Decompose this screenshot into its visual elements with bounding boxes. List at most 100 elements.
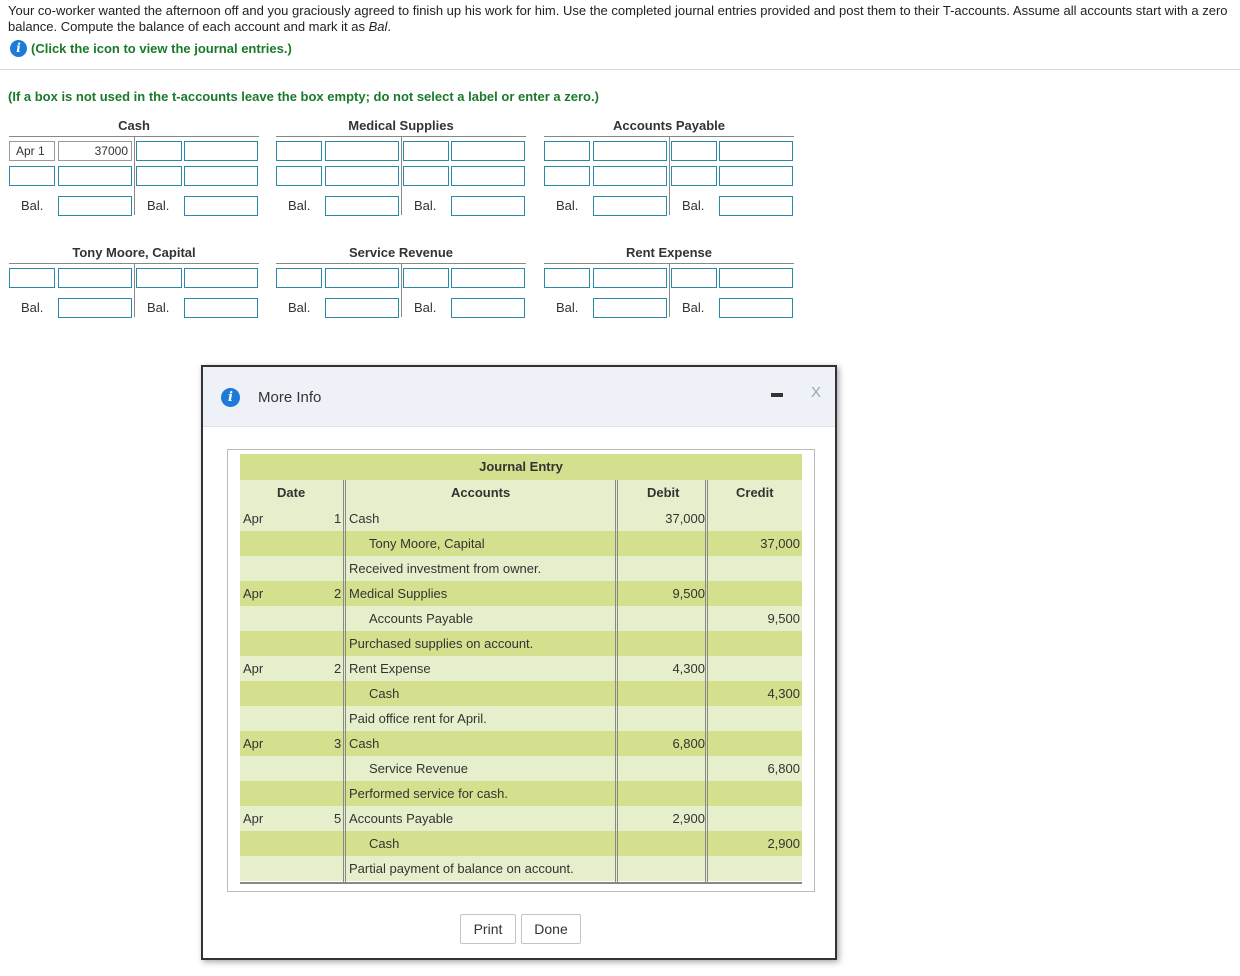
print-button[interactable]: Print [460, 914, 516, 944]
debit-balance-input[interactable] [325, 298, 399, 318]
credit-balance-input[interactable] [451, 298, 525, 318]
credit-amount-input[interactable] [184, 166, 258, 186]
debit-bal-label: Bal. [556, 300, 579, 315]
debit-date-input[interactable] [544, 268, 590, 288]
debit-date-input[interactable] [9, 268, 55, 288]
debit-date-input[interactable] [276, 268, 322, 288]
debit-amount-input[interactable] [593, 141, 667, 161]
table-row: Apr 3 Cash 6,800 [240, 731, 802, 756]
credit-amount-input[interactable] [719, 268, 793, 288]
credit-balance-input[interactable] [719, 298, 793, 318]
t-account: Tony Moore, Capital Bal. Bal. [9, 245, 259, 318]
credit-balance-input[interactable] [184, 196, 258, 216]
row-day: 2 [334, 661, 342, 676]
credit-bal-label: Bal. [147, 198, 170, 213]
credit-amount-input[interactable] [184, 268, 258, 288]
t-account-center-rule [669, 263, 670, 317]
credit-bal-label: Bal. [414, 198, 437, 213]
debit-amount-input[interactable] [325, 268, 399, 288]
debit-balance-input[interactable] [325, 196, 399, 216]
credit-date-input[interactable] [403, 166, 449, 186]
view-journal-entries-link[interactable]: i (Click the icon to view the journal en… [10, 39, 292, 57]
table-row: Tony Moore, Capital 37,000 [240, 531, 802, 556]
credit-bal-label: Bal. [414, 300, 437, 315]
info-icon: i [221, 388, 240, 407]
debit-balance-input[interactable] [593, 196, 667, 216]
debit-date-input[interactable] [544, 141, 590, 161]
row-account: Cash [349, 736, 380, 751]
debit-amount-input[interactable] [325, 166, 399, 186]
debit-amount-input[interactable] [58, 166, 132, 186]
credit-amount-input[interactable] [451, 268, 525, 288]
credit-date-input[interactable] [671, 141, 717, 161]
debit-date-input[interactable] [9, 166, 55, 186]
table-row: Cash 2,900 [240, 831, 802, 856]
debit-balance-input[interactable] [58, 298, 132, 318]
credit-balance-input[interactable] [719, 196, 793, 216]
header-debit: Debit [647, 485, 680, 500]
row-debit: 37,000 [665, 511, 705, 526]
debit-bal-label: Bal. [556, 198, 579, 213]
credit-date-input[interactable] [136, 166, 182, 186]
row-explanation: Partial payment of balance on account. [349, 861, 574, 876]
debit-amount-input[interactable]: 37000 [58, 141, 132, 161]
credit-date-input[interactable] [136, 268, 182, 288]
more-info-dialog: i More Info X Journal Entry Date Account… [201, 365, 837, 960]
table-row: Apr 1 Cash 37,000 [240, 506, 802, 531]
journal-entry-title: Journal Entry [240, 454, 802, 480]
row-account: Service Revenue [369, 761, 468, 776]
credit-date-input[interactable] [403, 268, 449, 288]
debit-balance-input[interactable] [58, 196, 132, 216]
t-account: Cash Apr 1 37000 Bal. Bal. [9, 118, 259, 216]
credit-amount-input[interactable] [451, 166, 525, 186]
row-day: 5 [334, 811, 342, 826]
table-row: Performed service for cash. [240, 781, 802, 806]
row-month: Apr [243, 511, 264, 526]
column-divider [343, 480, 346, 882]
dialog-header: i More Info X [203, 367, 835, 427]
row-account: Cash [349, 511, 380, 526]
credit-date-input[interactable] [403, 141, 449, 161]
debit-date-input[interactable] [276, 166, 322, 186]
info-link-text[interactable]: (Click the icon to view the journal entr… [31, 41, 292, 56]
instructions-text: Your co-worker wanted the afternoon off … [8, 3, 1228, 34]
table-row: Apr 5 Accounts Payable 2,900 [240, 806, 802, 831]
table-row: Received investment from owner. [240, 556, 802, 581]
credit-date-input[interactable] [136, 141, 182, 161]
debit-amount-input[interactable] [593, 166, 667, 186]
debit-date-input[interactable] [276, 141, 322, 161]
bal-italic: Bal [368, 19, 388, 34]
credit-amount-input[interactable] [719, 141, 793, 161]
row-explanation: Received investment from owner. [349, 561, 542, 576]
close-icon[interactable]: X [811, 384, 821, 401]
debit-amount-input[interactable] [325, 141, 399, 161]
row-credit: 37,000 [760, 536, 800, 551]
credit-date-input[interactable] [671, 166, 717, 186]
debit-balance-input[interactable] [593, 298, 667, 318]
credit-amount-input[interactable] [719, 166, 793, 186]
info-icon[interactable]: i [10, 39, 27, 57]
divider [0, 69, 1240, 70]
t-account: Accounts Payable Bal. Bal. [544, 118, 794, 216]
t-account-title: Cash [118, 118, 150, 133]
column-divider [705, 480, 708, 882]
credit-balance-input[interactable] [184, 298, 258, 318]
header-date: Date [277, 485, 306, 500]
debit-amount-input[interactable] [58, 268, 132, 288]
row-day: 3 [334, 736, 342, 751]
debit-date-input[interactable] [544, 166, 590, 186]
minimize-icon[interactable] [771, 393, 783, 397]
table-bottom-rule [240, 882, 802, 884]
credit-bal-label: Bal. [147, 300, 170, 315]
credit-balance-input[interactable] [451, 196, 525, 216]
credit-amount-input[interactable] [184, 141, 258, 161]
row-month: Apr [243, 661, 264, 676]
debit-amount-input[interactable] [593, 268, 667, 288]
row-account: Medical Supplies [349, 586, 448, 601]
debit-date-input[interactable]: Apr 1 [9, 141, 55, 161]
t-account-center-rule [134, 263, 135, 317]
credit-date-input[interactable] [671, 268, 717, 288]
t-account-center-rule [401, 136, 402, 215]
done-button[interactable]: Done [521, 914, 581, 944]
credit-amount-input[interactable] [451, 141, 525, 161]
